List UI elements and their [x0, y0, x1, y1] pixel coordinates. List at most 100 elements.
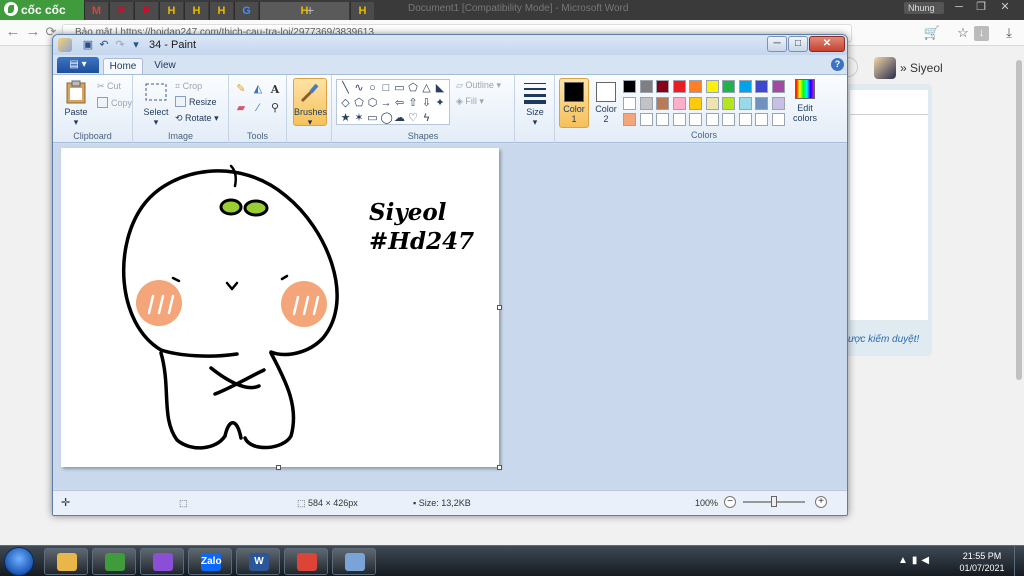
paint-minimize-button[interactable]: ─ [767, 36, 787, 52]
system-tray[interactable]: ▲▮◀ [898, 555, 933, 566]
shape-option-icon[interactable]: □ [381, 83, 392, 94]
shape-option-icon[interactable]: ∿ [354, 83, 365, 94]
download-ext-icon[interactable]: ↓ [974, 26, 989, 41]
palette-swatch-empty[interactable] [639, 113, 653, 126]
palette-swatch[interactable] [689, 96, 702, 110]
shape-option-icon[interactable]: ϟ [421, 113, 432, 124]
shape-option-icon[interactable]: ⇦ [394, 98, 405, 109]
palette-swatch-empty[interactable] [705, 113, 719, 126]
bookmark-star-icon[interactable]: ☆ [954, 24, 972, 42]
palette-swatch[interactable] [738, 96, 752, 110]
rotate-button[interactable]: ⟲ Rotate ▾ [175, 112, 219, 124]
palette-swatch[interactable] [639, 80, 653, 93]
shape-option-icon[interactable]: ★ [340, 113, 351, 124]
shape-option-icon[interactable]: ○ [367, 83, 378, 94]
restore-icon[interactable]: ❐ [970, 0, 992, 16]
palette-swatch[interactable] [656, 96, 669, 110]
outline-button[interactable]: ▱ Outline ▾ [456, 79, 501, 91]
palette-swatch[interactable] [705, 96, 719, 110]
palette-swatch[interactable] [771, 80, 785, 93]
browser-tab-pinterest-icon[interactable]: P [134, 2, 158, 20]
browser-user-chip[interactable]: Nhung [904, 2, 944, 14]
shape-option-icon[interactable]: ⬠ [408, 83, 419, 94]
tray-arrow-icon[interactable]: ▲ [898, 555, 912, 566]
shapes-gallery[interactable]: ╲ ∿ ○ □ ▭ ⬠ △ ◣ ◇ ⬠ ⬡ → ⇦ ⇧ ⇩ ✦ ★ ✶ ▭ ◯ ☁ ♡ ϟ [336, 79, 450, 125]
taskbar-chrome-button[interactable] [284, 548, 328, 575]
palette-swatch[interactable] [672, 96, 686, 110]
edit-colors-button[interactable]: Edit colors [789, 79, 821, 129]
pencil-icon[interactable]: ✎ [233, 81, 249, 97]
palette-swatch[interactable] [738, 80, 752, 93]
shape-option-icon[interactable]: ⬡ [367, 98, 378, 109]
paint-canvas[interactable]: Siyeol #Hd247 [61, 148, 502, 470]
signal-icon[interactable]: ▮ [912, 555, 922, 566]
resize-handle-right[interactable] [497, 305, 502, 310]
shopping-cart-icon[interactable]: 🛒 [923, 24, 941, 42]
web-scrollbar[interactable] [1016, 60, 1022, 380]
help-icon[interactable]: ? [831, 58, 844, 71]
palette-swatch-empty[interactable] [771, 113, 785, 126]
resize-handle-bottom[interactable] [276, 465, 281, 470]
shape-option-icon[interactable]: ◇ [340, 98, 351, 109]
color2-button[interactable]: Color 2 [591, 78, 621, 128]
palette-swatch-empty[interactable] [672, 113, 686, 126]
shape-option-icon[interactable]: ▭ [394, 83, 405, 94]
fill-bucket-icon[interactable]: ◭ [250, 81, 266, 97]
palette-swatch[interactable] [722, 96, 735, 110]
palette-swatch[interactable] [755, 96, 768, 110]
cut-button[interactable]: ✂ Cut [97, 80, 121, 92]
copy-button[interactable]: Copy [97, 97, 132, 109]
zoom-in-icon[interactable]: + [815, 496, 827, 508]
magnifier-icon[interactable]: ⚲ [267, 100, 283, 116]
eraser-icon[interactable]: ▰ [233, 100, 249, 116]
shape-option-icon[interactable]: ✶ [354, 113, 365, 124]
show-desktop-button[interactable] [1014, 546, 1024, 576]
palette-swatch-empty[interactable] [755, 113, 768, 126]
palette-swatch-empty[interactable] [656, 113, 669, 126]
user-avatar[interactable] [874, 57, 896, 79]
palette-swatch[interactable] [705, 80, 719, 93]
brushes-button[interactable]: Brushes ▾ [293, 78, 327, 127]
resize-button[interactable]: Resize [175, 96, 217, 108]
tab-view[interactable]: View [147, 58, 183, 74]
redo-icon[interactable]: ↷ [113, 38, 127, 52]
web-username[interactable]: » Siyeol [900, 61, 943, 75]
shape-option-icon[interactable]: ◣ [435, 83, 446, 94]
close-icon[interactable]: ✕ [994, 0, 1016, 16]
palette-swatch[interactable] [623, 96, 636, 110]
browser-tab-translate-icon[interactable]: G [234, 2, 258, 20]
paint-title-bar[interactable]: ▣ ↶ ↷ ▾ 34 - Paint ─ □ ✕ [53, 35, 847, 55]
color1-button[interactable]: Color 1 [559, 78, 589, 128]
paste-button[interactable]: Paste ▾ [59, 79, 93, 128]
shape-option-icon[interactable]: → [381, 98, 392, 109]
save-icon[interactable]: ▣ [81, 38, 95, 52]
volume-icon[interactable]: ◀ [921, 555, 933, 566]
download-icon[interactable]: ⤓ [1000, 24, 1018, 42]
palette-swatch[interactable] [672, 80, 686, 93]
tray-clock[interactable]: 21:55 PM 01/07/2021 [958, 550, 1006, 574]
paint-close-button[interactable]: ✕ [809, 36, 845, 52]
color-picker-icon[interactable]: ⁄ [250, 100, 266, 116]
palette-swatch[interactable] [722, 80, 735, 93]
crop-button[interactable]: ⌗ Crop [175, 80, 202, 92]
shape-option-icon[interactable]: ⇧ [408, 98, 419, 109]
qat-dropdown-icon[interactable]: ▾ [129, 38, 143, 52]
select-button[interactable]: Select ▾ [139, 79, 173, 128]
browser-tab-pinterest-icon[interactable]: P [109, 2, 133, 20]
forward-arrow-icon[interactable]: → [24, 24, 42, 42]
taskbar-zalo-button[interactable]: Zalo [188, 548, 232, 575]
canvas-workspace[interactable]: Siyeol #Hd247 [53, 144, 847, 489]
palette-swatch-empty[interactable] [722, 113, 735, 126]
shape-option-icon[interactable]: ⇩ [421, 98, 432, 109]
taskbar-word-button[interactable]: W [236, 548, 280, 575]
zoom-out-icon[interactable]: − [724, 496, 736, 508]
palette-swatch[interactable] [689, 80, 702, 93]
browser-tab-hoidap-icon[interactable]: H [159, 2, 183, 20]
taskbar-coccoc-button[interactable] [92, 548, 136, 575]
palette-swatch[interactable] [771, 96, 785, 110]
browser-tab-hoidap-icon[interactable]: H [350, 2, 374, 20]
palette-swatch[interactable] [623, 113, 636, 126]
paint-app-icon[interactable] [58, 38, 72, 52]
fill-button[interactable]: ◈ Fill ▾ [456, 95, 484, 107]
browser-tab-hoidap-icon[interactable]: H [209, 2, 233, 20]
